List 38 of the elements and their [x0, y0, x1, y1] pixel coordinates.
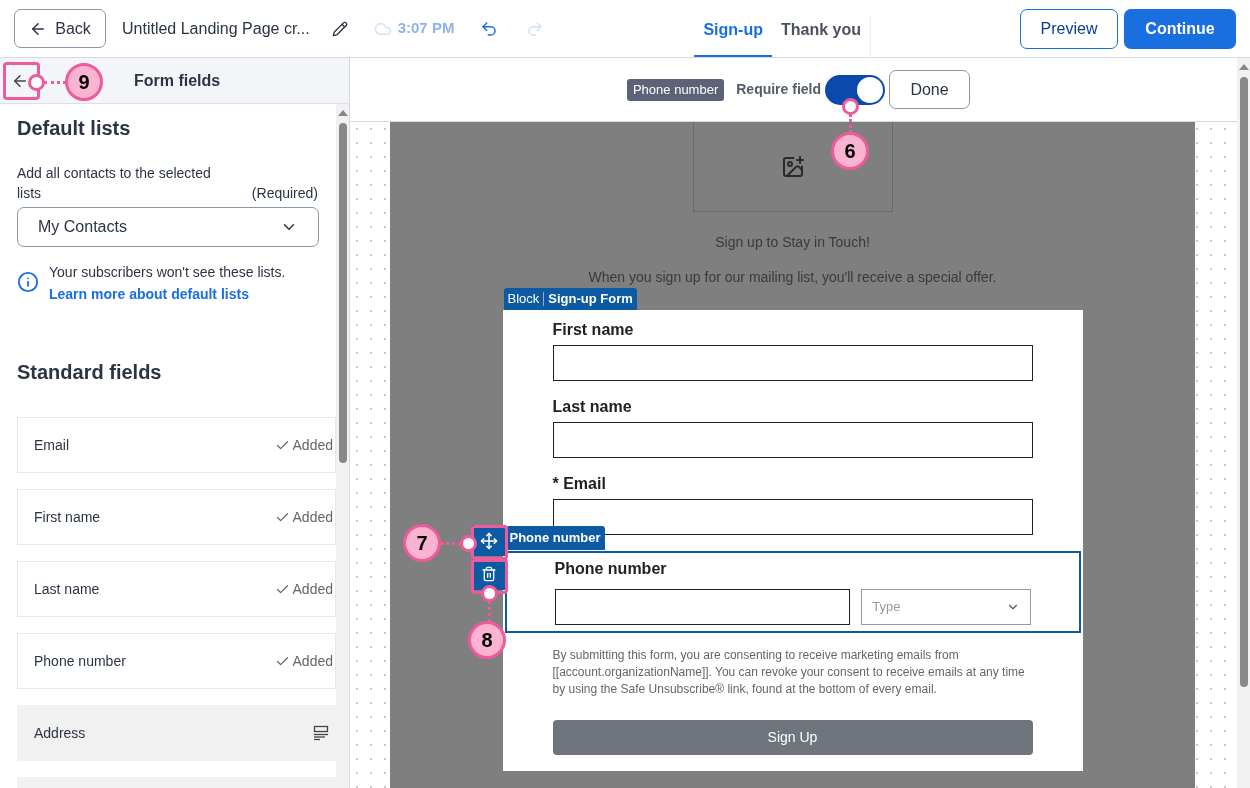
block-tag: Block Sign-up Form	[503, 287, 637, 310]
field-label: First name	[552, 320, 635, 340]
added-status: Added	[292, 651, 333, 671]
field-label: * Email	[552, 474, 607, 494]
list-select[interactable]: My Contacts	[17, 207, 319, 247]
done-button[interactable]: Done	[889, 70, 971, 109]
page-subtext: When you sign up for our mailing list, you'll receive a special offer.	[588, 269, 997, 285]
field-row[interactable]: Address	[17, 705, 336, 761]
field-row[interactable]: First name Added	[17, 489, 336, 545]
field-tag: Phone number	[505, 526, 605, 550]
continue-button[interactable]: Continue	[1124, 8, 1236, 49]
back-button[interactable]: Back	[14, 9, 106, 48]
preview-button[interactable]: Preview	[1020, 8, 1118, 49]
page-tab[interactable]: Sign-up	[694, 15, 772, 57]
section-heading: Default lists	[17, 116, 132, 141]
field-label: Phone number	[554, 559, 668, 579]
page-title: Untitled Landing Page cr...	[122, 18, 310, 39]
field-label: Add all contacts to the selected lists	[17, 164, 212, 203]
saved-time: 3:07 PM	[397, 18, 455, 39]
info-text: Your subscribers won't see these lists. Learn more about default lists	[49, 263, 287, 304]
required-note: (Required)	[251, 184, 318, 203]
learn-more-link[interactable]: Learn more about default lists	[49, 286, 249, 302]
field-row[interactable]: Email Added	[17, 417, 336, 473]
page-tab[interactable]: Thank you	[771, 15, 870, 57]
field-row[interactable]: Last name Added	[17, 561, 336, 617]
sign-up-button[interactable]: Sign Up	[552, 720, 1033, 755]
require-label: Require field	[736, 80, 822, 99]
consent-text: By submitting this form, you are consenting to receive marketing emails from [[account.organizationName]]. You can revoke your consent to receive emails at any time by using the Safe Unsubscribe® link, found at the bottom of every email.	[552, 647, 1026, 698]
added-status: Added	[292, 579, 333, 599]
field-label: Last name	[552, 397, 633, 417]
field-tag: Phone number	[626, 78, 725, 101]
page-heading: Sign up to Stay in Touch!	[715, 233, 870, 252]
field-row[interactable]: Phone number Added	[17, 633, 336, 689]
added-status: Added	[292, 435, 333, 455]
selected-field-frame[interactable]: Phone number Type	[504, 551, 1081, 633]
sidebar-title: Form fields	[134, 70, 221, 91]
section-heading: Standard fields	[17, 360, 163, 385]
added-status: Added	[292, 507, 333, 527]
